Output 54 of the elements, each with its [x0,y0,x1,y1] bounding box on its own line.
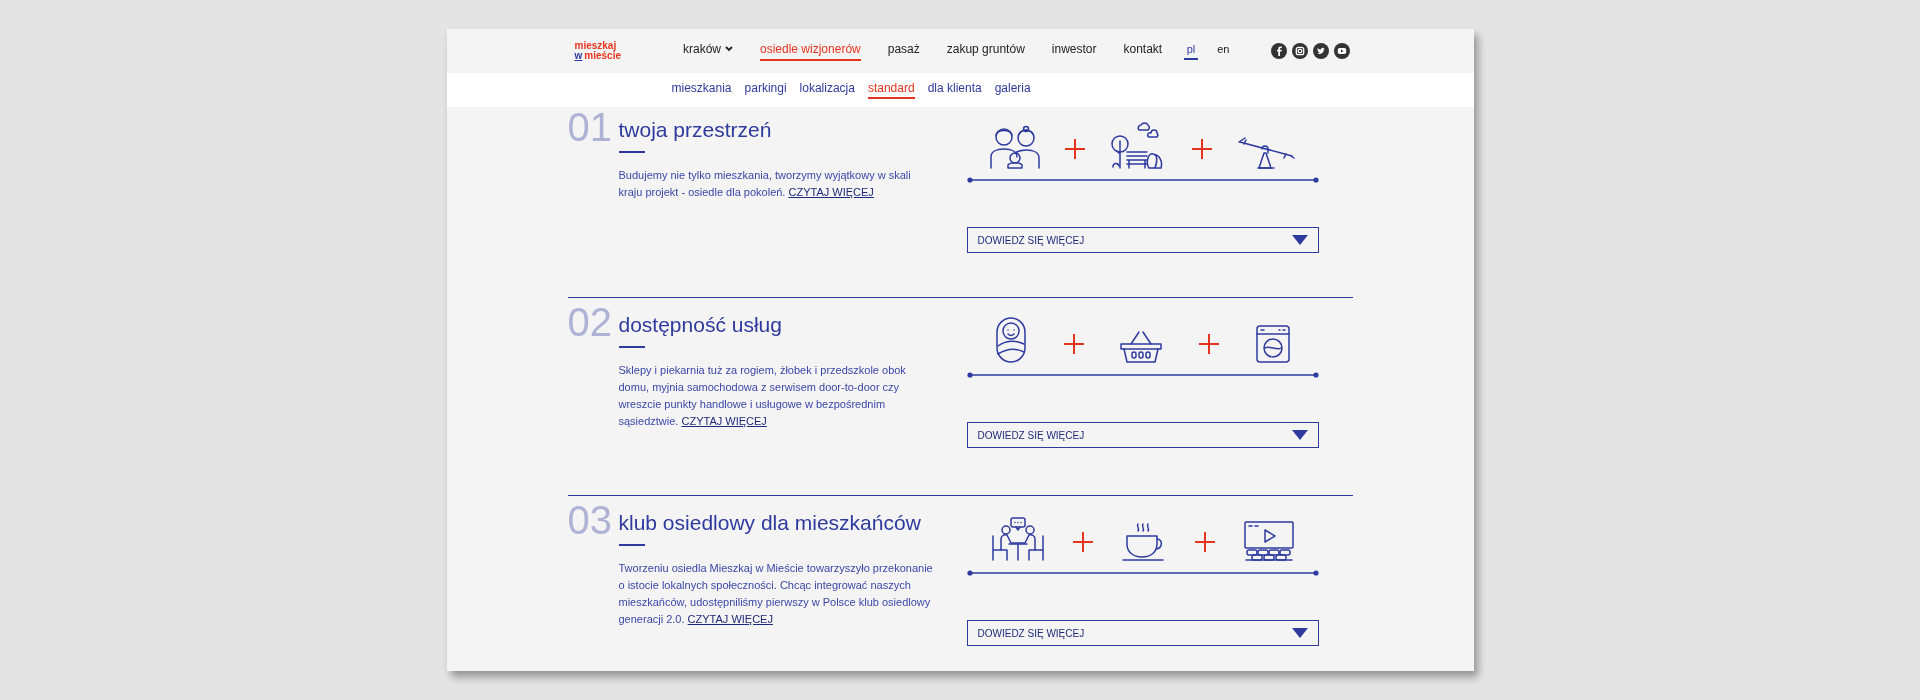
subnav-link[interactable]: dla klienta [927,81,982,99]
triangle-down-icon [1291,628,1308,638]
nav-link[interactable]: osiedle wizjonerów [760,41,861,61]
facebook-icon[interactable] [1270,43,1287,59]
meeting-icon [990,516,1045,562]
nav-link[interactable]: zakup gruntów [946,41,1025,61]
instagram-icon[interactable] [1291,43,1308,59]
subnav-link[interactable]: mieszkania [671,81,732,99]
plus-icon [1191,139,1212,159]
coffee-cup-icon [1120,522,1167,562]
title-underline [618,151,645,153]
title-underline [618,346,645,348]
section-title: twoja przestrzeń [618,117,773,143]
plus-icon [1065,139,1086,159]
nav-link[interactable]: inwestor [1051,41,1097,61]
seesaw-icon [1236,135,1297,169]
plus-icon [1199,334,1220,354]
read-more-link[interactable]: CZYTAJ WIĘCEJ [681,415,767,427]
subnav-link[interactable]: lokalizacja [799,81,855,99]
read-more-link[interactable]: CZYTAJ WIĘCEJ [687,613,773,625]
logo[interactable]: mieszkaj w mieście [574,41,621,61]
title-underline [618,544,645,546]
washing-machine-icon [1254,324,1291,364]
plus-icon [1072,532,1093,552]
read-more-link[interactable]: CZYTAJ WIĘCEJ [788,186,874,198]
triangle-down-icon [1291,430,1308,440]
video-play-icon[interactable] [1333,43,1350,59]
expand-dropdown[interactable]: DOWIEDZ SIĘ WIĘCEJ [966,422,1319,448]
nav-link[interactable]: pasaż [887,41,920,61]
subnav-link[interactable]: galeria [994,81,1031,99]
basket-icon [1119,330,1164,364]
subnav-link[interactable]: standard [867,81,915,99]
nav-link[interactable]: kraków [683,41,733,61]
section-number: 01 [567,107,612,147]
expand-dropdown[interactable]: DOWIEDZ SIĘ WIĘCEJ [966,620,1319,646]
cinema-screen-icon [1242,520,1295,562]
language-link[interactable]: en [1214,42,1233,60]
language-link[interactable]: pl [1183,42,1199,60]
section-number: 03 [567,500,612,540]
nav-link[interactable]: kontakt [1123,41,1163,61]
section-description: Tworzeniu osiedla Mieszkaj w Mieście towarzyszyło przekonanie o istocie lokalnych społeczności. Chcąc integrować naszych mieszkańców, udostępniliśmy pierwszy w Polsce klub osiedlowy generacji 2.0. CZYTAJ WIĘCEJ [618,561,934,627]
swaddled-baby-icon [994,316,1029,364]
subnav-link[interactable]: parkingi [744,81,787,99]
expand-dropdown[interactable]: DOWIEDZ SIĘ WIĘCEJ [966,227,1319,253]
triangle-down-icon [1291,235,1308,245]
section-title: dostępność usług [618,312,783,338]
plus-icon [1063,334,1084,354]
section-description: Sklepy i piekarnia tuż za rogiem, żłobek i przedszkole obok domu, myjnia samochodowa z serwisem door-to-door czy wreszcie punkty handlowe i usługowe w bezpośrednim sąsiedztwie. CZYTAJ WIĘCEJ [618,363,907,429]
twitter-icon[interactable] [1312,43,1329,59]
section-number: 02 [567,302,612,342]
plus-icon [1194,532,1215,552]
family-icon [988,125,1041,169]
section-title: klub osiedlowy dla mieszkańców [618,510,922,536]
section-description: Budujemy nie tylko mieszkania, tworzymy wyjątkowy w skali kraju projekt - osiedle dla pokoleń. CZYTAJ WIĘCEJ [618,168,912,200]
